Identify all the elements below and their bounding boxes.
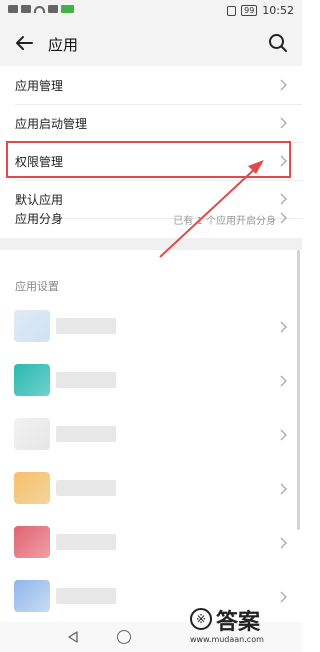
status-icons-left [8,5,74,13]
app-notification-icon [61,5,74,13]
watermark-logo-icon: ※ [190,608,212,630]
app-name-placeholder [56,480,116,496]
app-icon [14,526,50,558]
status-time: 10:52 [262,4,294,17]
app-list-item[interactable] [0,518,302,568]
nav-home-icon[interactable] [117,630,131,644]
nav-back-icon[interactable] [66,630,80,644]
watermark-url: www.mudaan.com [190,635,264,644]
notification-icon [8,5,18,13]
chevron-right-icon [280,429,287,441]
section-gap [0,238,302,250]
app-icon [14,364,50,396]
chevron-right-icon [280,117,287,129]
vibrate-icon [227,5,237,16]
menu-item-app-management[interactable]: 应用管理 [0,66,302,104]
app-icon [14,472,50,504]
status-bar: 99 10:52 [0,0,302,22]
highlight-box [6,141,291,178]
section-title: 应用设置 [15,280,59,293]
app-twin-status: 已有 1 个应用开启分身 [173,216,276,227]
chevron-right-icon [280,79,287,91]
chevron-right-icon [280,483,287,495]
menu-item-label: 应用分身 [15,212,64,226]
app-icon [14,580,50,612]
app-header: 应用 [0,22,302,66]
app-name-placeholder [56,426,116,442]
app-list-item[interactable] [0,464,302,514]
watermark-text: 答案 [216,610,261,635]
network-icon [48,5,58,13]
app-name-placeholder [56,588,116,604]
search-icon[interactable] [266,31,290,55]
signal-icon [21,5,31,13]
wifi-icon [34,5,45,13]
menu-item-label: 默认应用 [15,193,64,207]
app-list-item[interactable] [0,302,302,352]
watermark: ※ 答案 www.mudaan.com [186,602,296,650]
chevron-right-icon [280,212,287,224]
page-title: 应用 [48,36,79,54]
scrollbar[interactable] [297,250,300,530]
menu-item-label: 应用启动管理 [15,117,88,131]
app-list-item[interactable] [0,410,302,460]
app-name-placeholder [56,372,116,388]
app-name-placeholder [56,318,116,334]
chevron-right-icon [280,375,287,387]
back-arrow-icon[interactable] [12,31,36,55]
app-icon [14,310,50,342]
chevron-right-icon [280,193,287,205]
app-name-placeholder [56,534,116,550]
app-settings-section: 应用设置 [0,250,302,622]
chevron-right-icon [280,321,287,333]
status-icons-right: 99 10:52 [227,4,294,17]
chevron-right-icon [280,537,287,549]
menu-item-label: 应用管理 [15,79,64,93]
app-list-item[interactable] [0,356,302,406]
battery-indicator: 99 [241,5,258,16]
app-icon [14,418,50,450]
menu-item-startup-management[interactable]: 应用启动管理 [0,104,302,142]
